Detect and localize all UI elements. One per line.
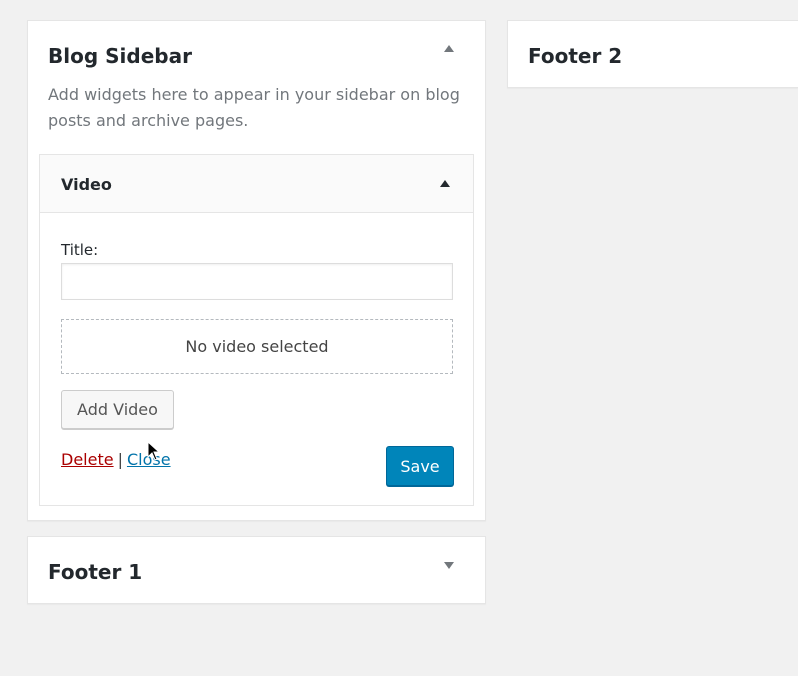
footer-1-title: Footer 1 [48,560,143,584]
blog-sidebar-panel: Blog Sidebar Add widgets here to appear … [27,20,486,521]
close-link[interactable]: Close [127,450,171,469]
triangle-up-icon[interactable] [439,179,451,189]
title-field-label: Title: [61,241,99,259]
save-button[interactable]: Save [386,446,454,486]
footer-1-panel[interactable]: Footer 1 [27,536,486,604]
blog-sidebar-description: Add widgets here to appear in your sideb… [48,85,460,130]
triangle-down-icon[interactable] [443,560,455,570]
widget-actions: Delete | Close [61,450,171,469]
footer-2-title: Footer 2 [528,44,623,68]
video-placeholder: No video selected [61,319,453,374]
video-widget: Video Title: No video selected Add Video… [39,154,474,506]
widgets-area: Blog Sidebar Add widgets here to appear … [0,0,798,676]
delete-link[interactable]: Delete [61,450,114,469]
footer-2-panel[interactable]: Footer 2 [507,20,798,88]
video-widget-header[interactable]: Video [40,155,473,213]
blog-sidebar-title[interactable]: Blog Sidebar [48,44,192,68]
triangle-up-icon[interactable] [443,44,455,54]
title-input[interactable] [61,263,453,300]
video-widget-title: Video [61,175,112,194]
action-separator: | [117,450,123,469]
add-video-button[interactable]: Add Video [61,390,174,429]
